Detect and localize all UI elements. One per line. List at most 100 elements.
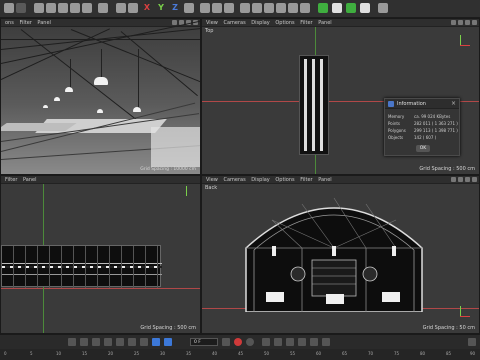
timeline-ruler[interactable]: 0 5 10 15 20 25 30 35 40 45 50 55 60 65 … <box>0 349 480 360</box>
pendant-lamp <box>65 87 73 92</box>
menu-view[interactable]: View <box>206 176 218 184</box>
go-to-end-icon[interactable] <box>140 338 148 346</box>
x-axis-line <box>1 288 200 289</box>
viewport-title: Top <box>205 28 214 34</box>
select-icon[interactable] <box>34 3 44 13</box>
back-viewport[interactable]: View Cameras Display Options Filter Pane… <box>201 175 480 334</box>
play-icon[interactable] <box>116 338 124 346</box>
coordinate-system-icon[interactable] <box>184 3 194 13</box>
subdivision-icon[interactable] <box>264 3 274 13</box>
snap-icon[interactable] <box>378 3 388 13</box>
go-to-start-icon[interactable] <box>68 338 76 346</box>
recent-tools-icon[interactable] <box>98 3 108 13</box>
info-row-memory: Memory ca. 99 024 KBytes <box>388 114 451 119</box>
perspective-viewport[interactable]: ons Filter Panel Grid Spacing : 10000 cm <box>0 18 201 175</box>
viewport-nav-icons[interactable] <box>449 20 477 26</box>
pendant-lamp <box>94 77 108 85</box>
tick-label: 75 <box>394 351 400 356</box>
loop-icon[interactable] <box>152 338 160 346</box>
menu-filter[interactable]: Filter <box>300 19 312 27</box>
render-settings-icon[interactable] <box>224 3 234 13</box>
undo-icon[interactable] <box>4 3 14 13</box>
axis-y-toggle[interactable]: Y <box>156 3 166 13</box>
pendant-lamp <box>43 105 48 108</box>
knife-icon[interactable] <box>116 3 126 13</box>
ok-button[interactable]: OK <box>416 145 430 152</box>
viewport-nav-icons[interactable] <box>449 177 477 183</box>
tick-label: 55 <box>290 351 296 356</box>
tag-icon[interactable] <box>360 3 370 13</box>
info-row-objects: Objects 142 ( 607 ) <box>388 135 437 140</box>
cloner-icon[interactable] <box>276 3 286 13</box>
right-viewport[interactable]: Filter Panel Grid Spacing : 500 cm <box>0 175 201 334</box>
menu-options[interactable]: ons <box>5 19 14 27</box>
menu-panel[interactable]: Panel <box>23 176 37 184</box>
building-back-elevation <box>245 197 423 312</box>
menu-filter[interactable]: Filter <box>300 176 312 184</box>
tick-label: 70 <box>368 351 374 356</box>
menu-panel[interactable]: Panel <box>318 19 332 27</box>
tick-label: 60 <box>316 351 322 356</box>
param-key-icon[interactable] <box>298 338 306 346</box>
edit-icon[interactable] <box>128 3 138 13</box>
rotate-key-icon[interactable] <box>286 338 294 346</box>
scale-icon[interactable] <box>58 3 68 13</box>
current-frame-field[interactable]: 0 F <box>190 338 218 346</box>
tick-label: 40 <box>212 351 218 356</box>
menu-panel[interactable]: Panel <box>318 176 332 184</box>
move-key-icon[interactable] <box>262 338 270 346</box>
wall-panel <box>151 127 200 167</box>
sound-icon[interactable] <box>164 338 172 346</box>
autokey-icon[interactable] <box>246 338 254 346</box>
point-level-icon[interactable] <box>322 338 330 346</box>
back-menu-bar: View Cameras Display Options Filter Pane… <box>202 176 479 184</box>
tick-label: 5 <box>30 351 33 356</box>
menu-options[interactable]: Options <box>275 176 294 184</box>
light-icon[interactable] <box>332 3 342 13</box>
menu-view[interactable]: View <box>206 19 218 27</box>
next-frame-icon[interactable] <box>128 338 136 346</box>
menu-display[interactable]: Display <box>251 19 269 27</box>
menu-filter[interactable]: Filter <box>19 19 31 27</box>
building-top-outline <box>299 55 329 155</box>
dialog-title-bar[interactable]: Information × <box>385 99 459 109</box>
redo-icon[interactable] <box>16 3 26 13</box>
play-backward-icon[interactable] <box>104 338 112 346</box>
viewport-title: Back <box>205 185 218 191</box>
menu-filter[interactable]: Filter <box>5 176 17 184</box>
cube-primitive-icon[interactable] <box>240 3 250 13</box>
deformer-icon[interactable] <box>288 3 298 13</box>
roof-truss <box>120 31 198 97</box>
record-icon[interactable] <box>234 338 242 346</box>
pen-spline-icon[interactable] <box>252 3 262 13</box>
keyframe-icon[interactable] <box>222 338 230 346</box>
tick-label: 35 <box>186 351 192 356</box>
floor-icon[interactable] <box>300 3 310 13</box>
move-icon[interactable] <box>46 3 56 13</box>
close-icon[interactable]: × <box>451 100 456 107</box>
menu-cameras[interactable]: Cameras <box>223 19 245 27</box>
right-menu-bar: Filter Panel <box>1 176 200 184</box>
pla-key-icon[interactable] <box>310 338 318 346</box>
rotate-icon[interactable] <box>70 3 80 13</box>
axis-z-toggle[interactable]: Z <box>170 3 180 13</box>
menu-cameras[interactable]: Cameras <box>223 176 245 184</box>
axis-x-toggle[interactable]: X <box>142 3 152 13</box>
menu-options[interactable]: Options <box>275 19 294 27</box>
previous-key-icon[interactable] <box>80 338 88 346</box>
render-picture-viewer-icon[interactable] <box>212 3 222 13</box>
tick-label: 0 <box>4 351 7 356</box>
material-icon[interactable] <box>346 3 356 13</box>
tick-label: 10 <box>56 351 62 356</box>
timeline-menu-icon[interactable] <box>468 338 476 346</box>
menu-panel[interactable]: Panel <box>37 19 51 27</box>
info-row-polygons: Polygons 299 113 ( 1 398 771 ) <box>388 128 458 133</box>
tick-label: 85 <box>446 351 452 356</box>
previous-frame-icon[interactable] <box>92 338 100 346</box>
render-view-icon[interactable] <box>200 3 210 13</box>
main-toolbar: X Y Z <box>0 0 480 18</box>
scale-key-icon[interactable] <box>274 338 282 346</box>
menu-display[interactable]: Display <box>251 176 269 184</box>
camera-icon[interactable] <box>318 3 328 13</box>
transform-icon[interactable] <box>82 3 92 13</box>
